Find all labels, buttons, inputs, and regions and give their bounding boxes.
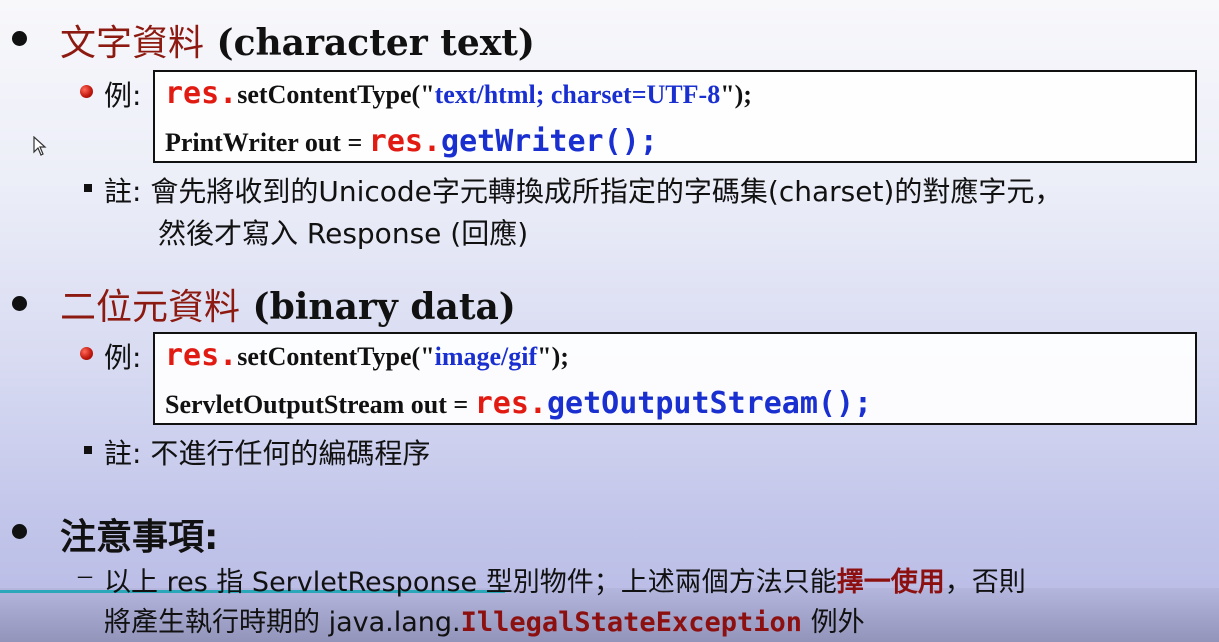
notice-line-2: 將產生執行時期的 java.lang.IllegalStateException… [104,607,865,638]
section1-heading: 文字資料 (character text) [60,22,535,64]
example-label: 例: [104,79,142,112]
code-line: PrintWriter out = res.getWriter(); [165,124,658,159]
mouse-pointer-icon [33,135,47,160]
note-line-1: 註: 會先將收到的Unicode字元轉換成所指定的字碼集(charset)的對應… [104,175,1063,208]
notice-line-1: 以上 res 指 ServletResponse 型別物件；上述兩個方法只能擇一… [104,567,1026,598]
code-box-character: res.setContentType("text/html; charset=U… [153,70,1197,163]
note-line-1: 註: 不進行任何的編碼程序 [104,437,431,470]
red-ball-bullet-icon [80,347,93,360]
code-box-binary: res.setContentType("image/gif"); Servlet… [153,332,1197,425]
code-line: res.setContentType("text/html; charset=U… [165,76,752,111]
code-line: ServletOutputStream out = res.getOutputS… [165,386,873,421]
section2-heading: 二位元資料 (binary data) [60,286,516,328]
example-label: 例: [104,341,142,374]
red-ball-bullet-icon [80,85,93,98]
square-bullet-icon [84,446,92,454]
dash-bullet: – [78,560,92,591]
square-bullet-icon [84,184,92,192]
note-line-2: 然後才寫入 Response (回應) [158,217,529,250]
bullet-dot-icon [12,296,27,311]
bullet-dot-icon [12,31,27,46]
section3-heading: 注意事項: [60,517,219,558]
bullet-dot-icon [12,524,27,539]
code-line: res.setContentType("image/gif"); [165,338,569,373]
